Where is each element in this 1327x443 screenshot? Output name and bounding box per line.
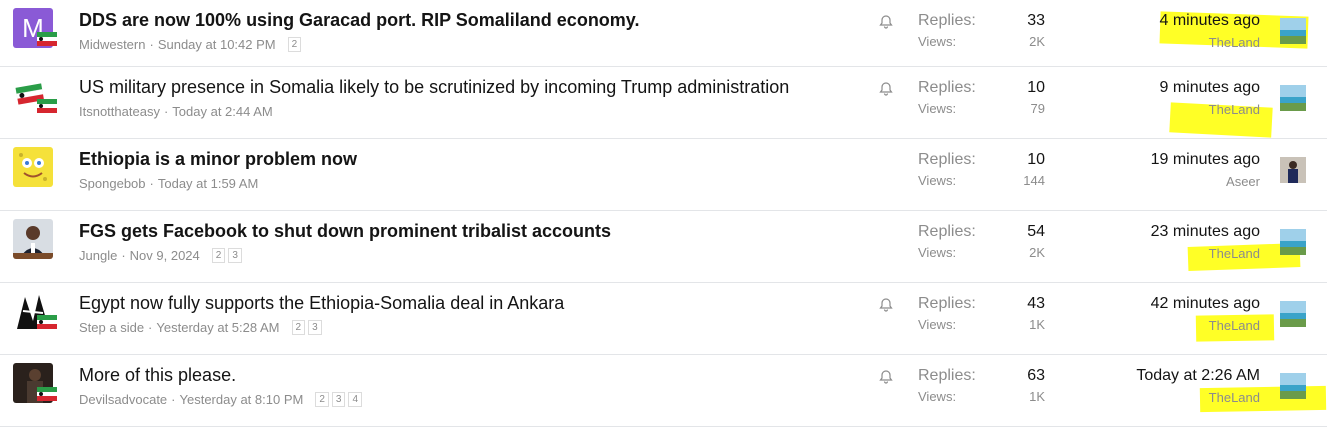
last-poster-link[interactable]: TheLand xyxy=(1209,102,1260,117)
views-label: Views: xyxy=(918,389,957,404)
views-count: 79 xyxy=(1030,101,1045,116)
thread-title-link[interactable]: Ethiopia is a minor problem now xyxy=(79,149,357,170)
thread-date[interactable]: Today at 2:44 AM xyxy=(172,104,272,119)
replies-label: Replies: xyxy=(918,223,976,240)
avatar[interactable] xyxy=(13,147,53,187)
thread-date[interactable]: Yesterday at 5:28 AM xyxy=(156,320,279,335)
thread-title-link[interactable]: US military presence in Somalia likely t… xyxy=(79,77,789,98)
author-link[interactable]: Step a side xyxy=(79,320,144,335)
views-label: Views: xyxy=(918,317,957,332)
page-link[interactable]: 2 xyxy=(291,320,306,335)
page-link[interactable]: 3 xyxy=(228,248,242,263)
page-link[interactable]: 3 xyxy=(308,320,322,335)
replies-label: Replies: xyxy=(918,79,976,96)
last-post-time[interactable]: 23 minutes ago xyxy=(1151,223,1260,241)
author-link[interactable]: Itsnotthateasy xyxy=(79,104,160,119)
thread-date[interactable]: Yesterday at 8:10 PM xyxy=(180,392,304,407)
author-link[interactable]: Devilsadvocate xyxy=(79,392,167,407)
last-post-time[interactable]: Today at 2:26 AM xyxy=(1136,367,1260,385)
views-count: 2K xyxy=(1029,245,1045,260)
flag-icon xyxy=(37,32,57,46)
bell-icon xyxy=(879,15,893,29)
last-poster-avatar[interactable] xyxy=(1280,373,1306,399)
author-link[interactable]: Spongebob xyxy=(79,176,146,191)
page-jump: 2 xyxy=(287,37,305,52)
page-link[interactable]: 2 xyxy=(287,37,302,52)
replies-label: Replies: xyxy=(918,151,976,168)
page-jump: 23 xyxy=(291,320,325,335)
last-poster-link[interactable]: TheLand xyxy=(1209,390,1260,405)
last-post-time[interactable]: 9 minutes ago xyxy=(1159,79,1260,97)
replies-count: 33 xyxy=(1027,12,1045,29)
thread-row: FGS gets Facebook to shut down prominent… xyxy=(0,211,1327,283)
avatar[interactable] xyxy=(13,219,53,259)
thread-meta: Midwestern · Sunday at 10:42 PM 2 xyxy=(79,37,304,52)
bell-icon xyxy=(879,370,893,384)
author-link[interactable]: Midwestern xyxy=(79,37,145,52)
replies-count: 63 xyxy=(1027,367,1045,384)
thread-row: Egypt now fully supports the Ethiopia-So… xyxy=(0,283,1327,355)
bell-icon xyxy=(879,298,893,312)
thread-date[interactable]: Today at 1:59 AM xyxy=(158,176,258,191)
thread-row: More of this please. Devilsadvocate · Yest… xyxy=(0,355,1327,427)
views-label: Views: xyxy=(918,101,957,116)
thread-title-link[interactable]: DDS are now 100% using Garacad port. RIP… xyxy=(79,10,640,31)
thread-meta: Step a side · Yesterday at 5:28 AM 23 xyxy=(79,320,325,335)
views-label: Views: xyxy=(918,34,957,49)
replies-count: 10 xyxy=(1027,151,1045,168)
last-poster-link[interactable]: TheLand xyxy=(1209,246,1260,261)
replies-label: Replies: xyxy=(918,367,976,384)
thread-row: Ethiopia is a minor problem now Spongebo… xyxy=(0,139,1327,211)
page-link[interactable]: 2 xyxy=(211,248,226,263)
flag-icon xyxy=(37,315,57,329)
replies-label: Replies: xyxy=(918,12,976,29)
replies-count: 54 xyxy=(1027,223,1045,240)
last-poster-link[interactable]: TheLand xyxy=(1209,318,1260,333)
views-count: 2K xyxy=(1029,34,1045,49)
thread-meta: Jungle · Nov 9, 2024 23 xyxy=(79,248,245,263)
thread-title-link[interactable]: FGS gets Facebook to shut down prominent… xyxy=(79,221,611,242)
thread-meta: Spongebob · Today at 1:59 AM xyxy=(79,176,259,191)
last-post-time[interactable]: 4 minutes ago xyxy=(1159,12,1260,30)
views-count: 1K xyxy=(1029,317,1045,332)
last-poster-avatar[interactable] xyxy=(1280,18,1306,44)
views-count: 144 xyxy=(1023,173,1045,188)
last-poster-link[interactable]: Aseer xyxy=(1226,174,1260,189)
thread-list: M DDS are now 100% using Garacad port. R… xyxy=(0,0,1327,427)
page-link[interactable]: 4 xyxy=(348,392,363,407)
author-link[interactable]: Jungle xyxy=(79,248,117,263)
thread-row: US military presence in Somalia likely t… xyxy=(0,67,1327,139)
thread-date[interactable]: Nov 9, 2024 xyxy=(130,248,200,263)
replies-label: Replies: xyxy=(918,295,976,312)
last-poster-avatar[interactable] xyxy=(1280,157,1306,183)
last-poster-link[interactable]: TheLand xyxy=(1209,35,1260,50)
replies-count: 10 xyxy=(1027,79,1045,96)
thread-meta: Itsnotthateasy · Today at 2:44 AM xyxy=(79,104,273,119)
views-label: Views: xyxy=(918,173,957,188)
thread-meta: Devilsadvocate · Yesterday at 8:10 PM 234 xyxy=(79,392,365,407)
page-link[interactable]: 3 xyxy=(331,392,346,407)
thread-row: M DDS are now 100% using Garacad port. R… xyxy=(0,0,1327,67)
bell-icon xyxy=(879,82,893,96)
thread-title-link[interactable]: Egypt now fully supports the Ethiopia-So… xyxy=(79,293,564,314)
views-label: Views: xyxy=(918,245,957,260)
views-count: 1K xyxy=(1029,389,1045,404)
last-poster-avatar[interactable] xyxy=(1280,301,1306,327)
page-jump: 234 xyxy=(315,392,365,407)
last-post-time[interactable]: 19 minutes ago xyxy=(1151,151,1260,169)
flag-icon xyxy=(37,387,57,401)
last-poster-avatar[interactable] xyxy=(1280,85,1306,111)
page-jump: 23 xyxy=(211,248,245,263)
page-link[interactable]: 2 xyxy=(315,392,329,407)
thread-title-link[interactable]: More of this please. xyxy=(79,365,236,386)
thread-date[interactable]: Sunday at 10:42 PM xyxy=(158,37,276,52)
last-post-time[interactable]: 42 minutes ago xyxy=(1151,295,1260,313)
replies-count: 43 xyxy=(1027,295,1045,312)
flag-icon xyxy=(37,99,57,113)
last-poster-avatar[interactable] xyxy=(1280,229,1306,255)
